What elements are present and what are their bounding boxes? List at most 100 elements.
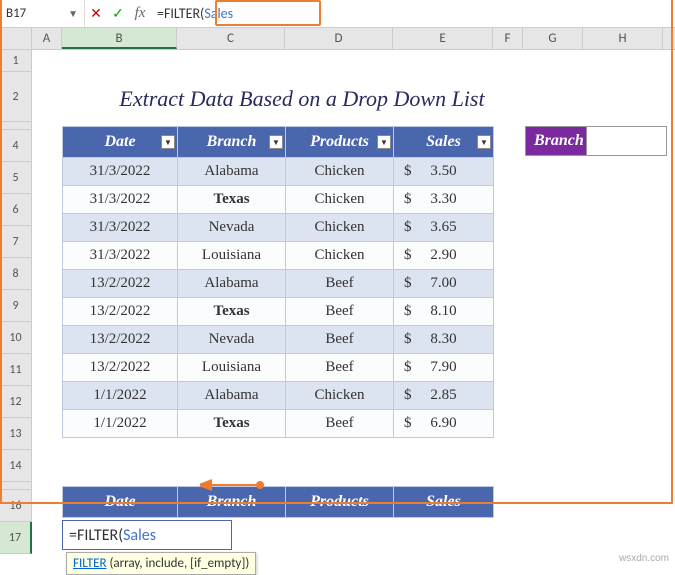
table-row[interactable]: 1/1/2022TexasBeef6.90 — [63, 410, 494, 438]
row-header-13[interactable]: 13 — [0, 418, 32, 450]
col-header-F[interactable]: F — [493, 28, 523, 49]
cell-product[interactable]: Beef — [286, 410, 394, 438]
cell-product[interactable]: Beef — [286, 298, 394, 326]
filter-dropdown-icon[interactable]: ▼ — [269, 135, 283, 149]
cell-product[interactable]: Chicken — [286, 186, 394, 214]
cell-date[interactable]: 31/3/2022 — [63, 186, 178, 214]
table-row[interactable]: 31/3/2022TexasChicken3.30 — [63, 186, 494, 214]
cell-date[interactable]: 31/3/2022 — [63, 214, 178, 242]
formula-input[interactable]: =FILTER(Sales — [151, 3, 239, 24]
cell-date[interactable]: 13/2/2022 — [63, 270, 178, 298]
row-header-4[interactable]: 4 — [0, 130, 32, 162]
row-header-14[interactable]: 14 — [0, 450, 32, 482]
col-header-E[interactable]: E — [393, 28, 493, 49]
cell-sales[interactable]: 2.90 — [394, 242, 494, 270]
cell-branch[interactable]: Alabama — [178, 158, 286, 186]
chevron-down-icon[interactable]: ▼ — [68, 7, 78, 20]
cell-branch[interactable]: Texas — [178, 186, 286, 214]
row-headers: 1 2 3 4 5 6 7 8 9 10 11 12 13 14 15 16 1… — [0, 50, 32, 554]
row-header-2[interactable]: 2 — [0, 72, 32, 122]
cell-date[interactable]: 13/2/2022 — [63, 298, 178, 326]
cell-product[interactable]: Beef — [286, 270, 394, 298]
row-header-6[interactable]: 6 — [0, 194, 32, 226]
cell-date[interactable]: 1/1/2022 — [63, 382, 178, 410]
select-all-corner[interactable] — [0, 28, 32, 49]
cell-product[interactable]: Chicken — [286, 242, 394, 270]
cell-sales[interactable]: 8.30 — [394, 326, 494, 354]
cell-branch[interactable]: Louisiana — [178, 242, 286, 270]
active-cell-B17[interactable]: =FILTER(Sales — [62, 520, 232, 550]
branch-filter-label: Branch — [526, 127, 586, 155]
col-header-G[interactable]: G — [523, 28, 583, 49]
row-header-8[interactable]: 8 — [0, 258, 32, 290]
cell-sales[interactable]: 3.65 — [394, 214, 494, 242]
cell-sales[interactable]: 3.30 — [394, 186, 494, 214]
watermark: wsxdn.com — [619, 553, 669, 564]
table-row[interactable]: 31/3/2022NevadaChicken3.65 — [63, 214, 494, 242]
row-header-16[interactable]: 16 — [0, 490, 32, 522]
fx-icon[interactable]: fx — [129, 0, 151, 27]
cell-branch[interactable]: Alabama — [178, 382, 286, 410]
row-header-10[interactable]: 10 — [0, 322, 32, 354]
cell-branch[interactable]: Louisiana — [178, 354, 286, 382]
row-header-3[interactable]: 3 — [0, 122, 32, 130]
cells-area[interactable]: Extract Data Based on a Drop Down List D… — [32, 50, 675, 554]
col-header-D[interactable]: D — [285, 28, 393, 49]
tooltip-func-link[interactable]: FILTER — [73, 556, 107, 571]
cell-product[interactable]: Beef — [286, 326, 394, 354]
rh-branch: Branch — [178, 487, 286, 518]
table-row[interactable]: 31/3/2022LouisianaChicken2.90 — [63, 242, 494, 270]
cell-date[interactable]: 31/3/2022 — [63, 158, 178, 186]
filter-dropdown-icon[interactable]: ▼ — [161, 135, 175, 149]
row-header-12[interactable]: 12 — [0, 386, 32, 418]
cell-branch[interactable]: Texas — [178, 298, 286, 326]
row-header-1[interactable]: 1 — [0, 50, 32, 72]
cell-date[interactable]: 31/3/2022 — [63, 242, 178, 270]
data-table: Date▼ Branch▼ Products▼ Sales▼ 31/3/2022… — [62, 126, 494, 438]
row-header-11[interactable]: 11 — [0, 354, 32, 386]
accept-formula-button[interactable]: ✓ — [107, 0, 129, 27]
th-date: Date▼ — [63, 127, 178, 158]
filter-dropdown-icon[interactable]: ▼ — [377, 135, 391, 149]
row-header-7[interactable]: 7 — [0, 226, 32, 258]
th-branch: Branch▼ — [178, 127, 286, 158]
cell-date[interactable]: 13/2/2022 — [63, 326, 178, 354]
row-header-5[interactable]: 5 — [0, 162, 32, 194]
cell-sales[interactable]: 7.00 — [394, 270, 494, 298]
table-row[interactable]: 13/2/2022LouisianaBeef7.90 — [63, 354, 494, 382]
cell-branch[interactable]: Texas — [178, 410, 286, 438]
cell-sales[interactable]: 7.90 — [394, 354, 494, 382]
cell-sales[interactable]: 8.10 — [394, 298, 494, 326]
col-header-C[interactable]: C — [177, 28, 285, 49]
cell-sales[interactable]: 6.90 — [394, 410, 494, 438]
table-row[interactable]: 31/3/2022AlabamaChicken3.50 — [63, 158, 494, 186]
table-row[interactable]: 13/2/2022AlabamaBeef7.00 — [63, 270, 494, 298]
cell-date[interactable]: 13/2/2022 — [63, 354, 178, 382]
cell-product[interactable]: Beef — [286, 354, 394, 382]
rh-products: Products — [286, 487, 394, 518]
table-row[interactable]: 13/2/2022TexasBeef8.10 — [63, 298, 494, 326]
table-row[interactable]: 1/1/2022AlabamaChicken2.85 — [63, 382, 494, 410]
cell-product[interactable]: Chicken — [286, 214, 394, 242]
col-header-H[interactable]: H — [583, 28, 663, 49]
cell-branch[interactable]: Nevada — [178, 214, 286, 242]
name-box[interactable]: B17 ▼ — [0, 0, 85, 27]
cell-sales[interactable]: 2.85 — [394, 382, 494, 410]
cancel-formula-button[interactable]: ✕ — [85, 0, 107, 27]
cell-branch[interactable]: Alabama — [178, 270, 286, 298]
cell-product[interactable]: Chicken — [286, 382, 394, 410]
cell-sales[interactable]: 3.50 — [394, 158, 494, 186]
name-box-value: B17 — [6, 6, 26, 21]
col-header-B[interactable]: B — [62, 28, 177, 49]
table-row[interactable]: 13/2/2022NevadaBeef8.30 — [63, 326, 494, 354]
filter-dropdown-icon[interactable]: ▼ — [477, 135, 491, 149]
row-header-15[interactable]: 15 — [0, 482, 32, 490]
col-header-A[interactable]: A — [32, 28, 62, 49]
cell-date[interactable]: 1/1/2022 — [63, 410, 178, 438]
cell-branch[interactable]: Nevada — [178, 326, 286, 354]
column-headers: A B C D E F G H — [0, 28, 675, 50]
row-header-17[interactable]: 17 — [0, 522, 32, 554]
cell-product[interactable]: Chicken — [286, 158, 394, 186]
branch-filter-input[interactable] — [586, 127, 666, 155]
row-header-9[interactable]: 9 — [0, 290, 32, 322]
